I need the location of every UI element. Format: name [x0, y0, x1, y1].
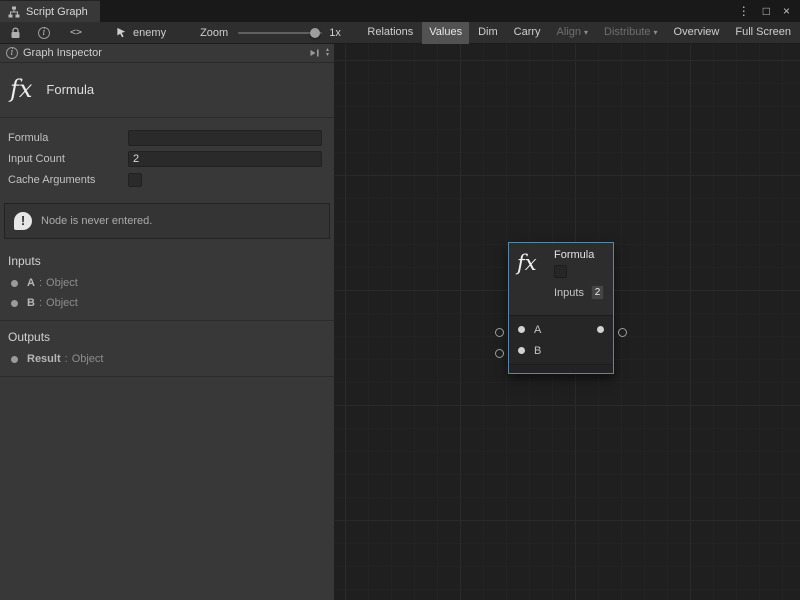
- distribute-button-label: Distribute: [604, 26, 650, 38]
- section-divider: [0, 376, 334, 377]
- outer-input-port-a-icon[interactable]: [495, 328, 504, 337]
- graph-toolbar: i <> enemy Zoom 1x Relations Values Dim …: [0, 22, 800, 44]
- port-type: Object: [46, 297, 78, 309]
- node-port-row-b: B: [509, 340, 613, 361]
- inspector-port-row-a: A : Object: [0, 273, 334, 293]
- input-port-b-icon[interactable]: [518, 347, 525, 354]
- inspector-header: i Graph Inspector ▴ ▾: [0, 44, 334, 63]
- formula-node-header: fx Formula Inputs 2: [509, 243, 613, 315]
- maximize-icon[interactable]: □: [763, 4, 770, 18]
- chevron-down-icon: ▾: [654, 28, 658, 37]
- node-ports: A B: [509, 315, 613, 364]
- chevron-down-icon: ▾: [584, 28, 588, 37]
- graph-pointer-icon: [116, 27, 127, 38]
- formula-field-label: Formula: [8, 132, 128, 144]
- cache-arguments-field-row: Cache Arguments: [8, 170, 322, 190]
- window-controls: ⋮ □ ×: [738, 0, 800, 22]
- cache-arguments-checkbox[interactable]: [128, 173, 142, 187]
- carry-button[interactable]: Carry: [507, 22, 548, 44]
- distribute-button[interactable]: Distribute ▾: [597, 22, 664, 44]
- info-icon: i: [6, 47, 18, 59]
- dock-icon[interactable]: [309, 48, 320, 58]
- values-button[interactable]: Values: [422, 22, 469, 44]
- formula-field-row: Formula: [8, 128, 322, 148]
- inspector-port-row-b: B : Object: [0, 293, 334, 313]
- script-graph-icon: [8, 6, 20, 18]
- graph-canvas[interactable]: fx Formula Inputs 2 A: [335, 44, 800, 600]
- node-input-count-field[interactable]: 2: [591, 285, 604, 300]
- output-port-result-icon[interactable]: [597, 326, 604, 333]
- outer-output-port-result-icon[interactable]: [618, 328, 627, 337]
- port-separator: :: [39, 277, 42, 289]
- zoom-value: 1x: [329, 27, 341, 39]
- zoom-slider[interactable]: [238, 27, 322, 39]
- inspector-fields: Formula Input Count Cache Arguments: [0, 118, 334, 195]
- port-name: A: [27, 277, 35, 289]
- overview-button[interactable]: Overview: [667, 22, 727, 44]
- node-title: Formula: [554, 249, 604, 261]
- input-count-input[interactable]: [128, 151, 322, 167]
- formula-fx-icon: fx: [10, 75, 32, 103]
- inspector-title-block: fx Formula: [0, 63, 334, 118]
- port-dot-icon: [11, 300, 18, 307]
- inspector-node-title: Formula: [46, 82, 94, 97]
- graph-breadcrumb[interactable]: enemy: [116, 27, 166, 39]
- tab-script-graph[interactable]: Script Graph: [0, 0, 100, 22]
- graph-name-label: enemy: [133, 27, 166, 39]
- port-separator: :: [65, 353, 68, 365]
- inputs-section-header: Inputs: [0, 245, 334, 273]
- outer-input-port-b-icon[interactable]: [495, 349, 504, 358]
- scroll-down-icon[interactable]: ▾: [326, 53, 329, 58]
- zoom-label: Zoom: [200, 27, 228, 39]
- inspector-port-row-result: Result : Object: [0, 349, 334, 369]
- lock-icon[interactable]: [8, 26, 22, 40]
- port-dot-icon: [11, 356, 18, 363]
- relations-button[interactable]: Relations: [360, 22, 420, 44]
- formula-fx-icon: fx: [517, 249, 545, 309]
- dim-button[interactable]: Dim: [471, 22, 505, 44]
- port-name: B: [27, 297, 35, 309]
- graph-inspector-panel: i Graph Inspector ▴ ▾ fx Formula: [0, 44, 335, 600]
- input-count-field-label: Input Count: [8, 153, 128, 165]
- node-footer: [509, 364, 613, 373]
- info-icon[interactable]: i: [38, 27, 50, 39]
- warning-text: Node is never entered.: [41, 215, 152, 227]
- port-dot-icon: [11, 280, 18, 287]
- scrollbar-arrows[interactable]: ▴ ▾: [326, 48, 329, 58]
- unity-graph-window: Script Graph ⋮ □ × i <> enemy Zoom: [0, 0, 800, 600]
- warning-box: ! Node is never entered.: [4, 203, 330, 239]
- node-inputs-label: Inputs: [554, 287, 584, 299]
- zoom-slider-thumb[interactable]: [310, 28, 320, 38]
- align-button-label: Align: [557, 26, 581, 38]
- align-button[interactable]: Align▾: [550, 22, 595, 44]
- full-screen-button[interactable]: Full Screen: [728, 22, 798, 44]
- close-icon[interactable]: ×: [783, 4, 790, 18]
- port-separator: :: [39, 297, 42, 309]
- tab-label: Script Graph: [26, 6, 88, 18]
- node-formula-field[interactable]: [554, 265, 567, 278]
- input-count-field-row: Input Count: [8, 149, 322, 169]
- node-inputs-row: Inputs 2: [554, 285, 604, 300]
- node-port-row-a: A: [509, 319, 613, 340]
- warning-icon: !: [14, 212, 32, 230]
- node-port-label: B: [534, 345, 541, 357]
- node-port-label: A: [534, 324, 541, 336]
- formula-node[interactable]: fx Formula Inputs 2 A: [508, 242, 614, 374]
- port-type: Object: [72, 353, 104, 365]
- cache-arguments-field-label: Cache Arguments: [8, 174, 128, 186]
- code-icon[interactable]: <>: [70, 26, 82, 40]
- toolbar-buttons: Relations Values Dim Carry Align▾ Distri…: [358, 22, 800, 43]
- port-type: Object: [46, 277, 78, 289]
- inspector-header-title: Graph Inspector: [23, 47, 102, 59]
- port-name: Result: [27, 353, 61, 365]
- input-port-a-icon[interactable]: [518, 326, 525, 333]
- outputs-section-header: Outputs: [0, 321, 334, 349]
- formula-input[interactable]: [128, 130, 322, 146]
- titlebar: Script Graph ⋮ □ ×: [0, 0, 800, 22]
- window-menu-icon[interactable]: ⋮: [738, 4, 750, 18]
- content-area: i Graph Inspector ▴ ▾ fx Formula: [0, 44, 800, 600]
